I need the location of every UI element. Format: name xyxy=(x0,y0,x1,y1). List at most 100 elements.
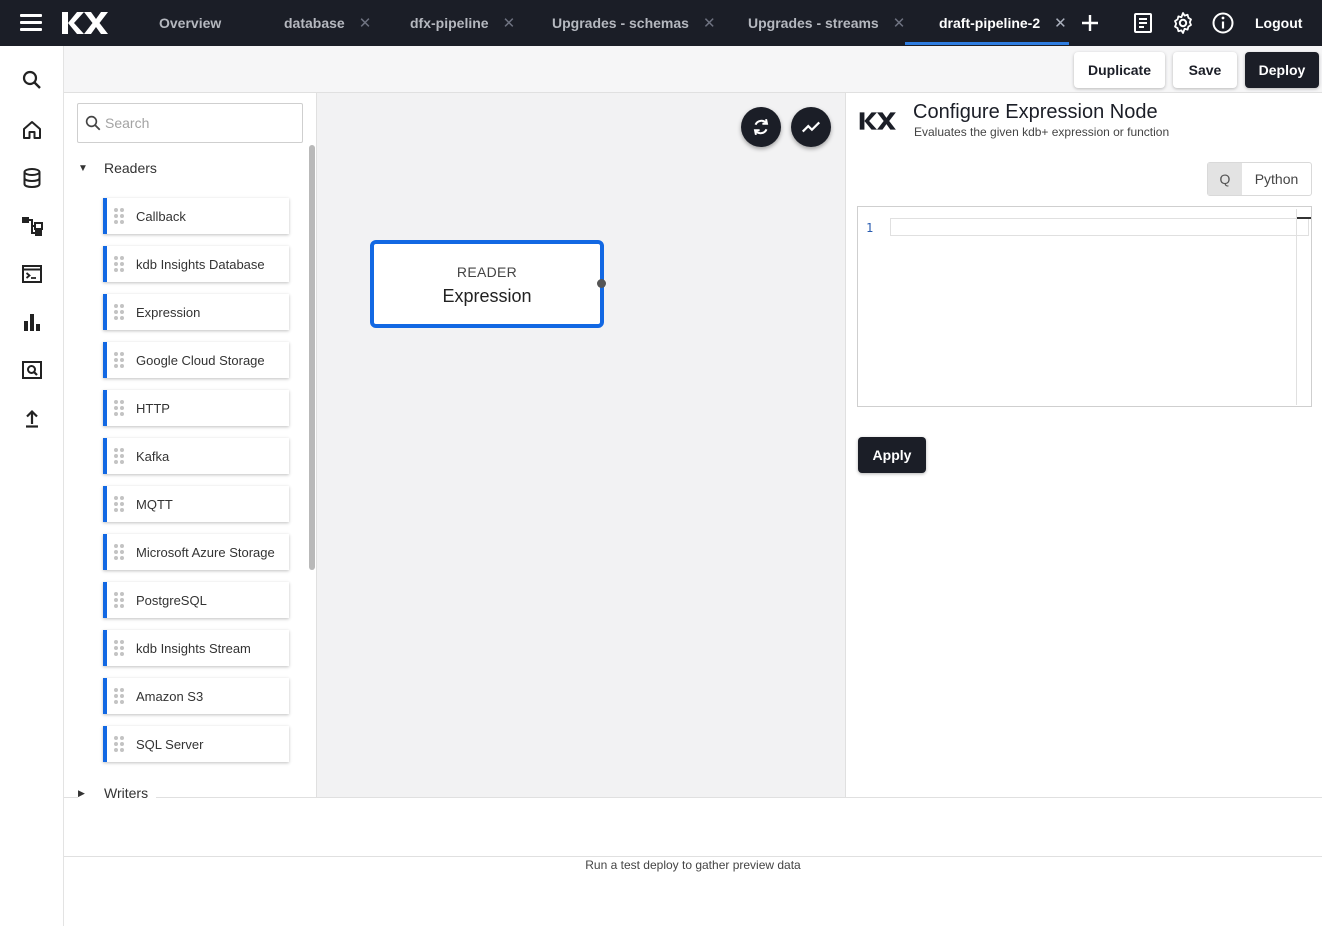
node-item-label: MQTT xyxy=(136,496,173,512)
drag-handle-icon[interactable] xyxy=(114,448,124,464)
node-title: Expression xyxy=(442,286,532,306)
drag-handle-icon[interactable] xyxy=(114,544,124,560)
language-toggle: Q Python xyxy=(1207,162,1312,196)
node-item-label: Expression xyxy=(136,304,201,320)
node-item-sql-server[interactable]: SQL Server xyxy=(103,726,289,762)
node-item-amazon-s3[interactable]: Amazon S3 xyxy=(103,678,289,714)
deploy-button[interactable]: Deploy xyxy=(1245,52,1319,88)
config-panel: Configure Expression Node Evaluates the … xyxy=(845,93,1322,797)
database-icon[interactable] xyxy=(20,166,44,190)
node-item-postgresql[interactable]: PostgreSQL xyxy=(103,582,289,618)
editor-scrollbar[interactable] xyxy=(1296,209,1311,405)
group-writers[interactable]: ▶ Writers xyxy=(78,785,157,801)
apply-button[interactable]: Apply xyxy=(858,437,926,473)
close-tab-icon[interactable]: ✕ xyxy=(703,14,716,32)
drag-handle-icon[interactable] xyxy=(114,640,124,656)
pipeline-icon[interactable] xyxy=(20,214,44,238)
node-item-label: kdb Insights Database xyxy=(136,256,265,272)
notes-icon[interactable] xyxy=(1131,11,1155,35)
node-item-kdb-insights-stream[interactable]: kdb Insights Stream xyxy=(103,630,289,666)
kx-logo[interactable] xyxy=(60,9,108,37)
drag-handle-icon[interactable] xyxy=(114,256,124,272)
node-item-label: PostgreSQL xyxy=(136,592,207,608)
config-title: Configure Expression Node xyxy=(913,101,1158,123)
tab-overview[interactable]: Overview xyxy=(159,0,221,46)
save-button[interactable]: Save xyxy=(1173,52,1237,88)
search-placeholder: Search xyxy=(105,115,150,131)
left-rail xyxy=(0,46,64,926)
tab-dfx-pipeline[interactable]: dfx-pipeline ✕ xyxy=(410,0,515,46)
node-item-label: Amazon S3 xyxy=(136,688,204,704)
terminal-icon[interactable] xyxy=(20,262,44,286)
query-icon[interactable] xyxy=(20,358,44,382)
active-line[interactable] xyxy=(890,218,1309,236)
duplicate-button[interactable]: Duplicate xyxy=(1074,52,1165,88)
tab-label: Upgrades - streams xyxy=(748,15,879,31)
node-item-label: Microsoft Azure Storage xyxy=(136,544,275,560)
drag-handle-icon[interactable] xyxy=(114,592,124,608)
node-item-google-cloud-storage[interactable]: Google Cloud Storage xyxy=(103,342,289,378)
drag-handle-icon[interactable] xyxy=(114,352,124,368)
drag-handle-icon[interactable] xyxy=(114,208,124,224)
home-icon[interactable] xyxy=(20,118,44,142)
add-tab-icon[interactable] xyxy=(1078,11,1102,35)
group-label: Writers xyxy=(104,785,149,801)
menu-icon[interactable] xyxy=(20,14,42,32)
refresh-icon xyxy=(753,119,769,135)
node-item-label: Callback xyxy=(136,208,186,224)
group-readers[interactable]: ▼ Readers xyxy=(78,160,157,176)
tab-database[interactable]: database ✕ xyxy=(284,0,371,46)
node-item-http[interactable]: HTTP xyxy=(103,390,289,426)
close-tab-icon[interactable]: ✕ xyxy=(1054,14,1067,32)
language-option-python[interactable]: Python xyxy=(1242,163,1311,195)
close-tab-icon[interactable]: ✕ xyxy=(503,14,516,32)
trend-button[interactable] xyxy=(791,107,831,147)
gear-icon[interactable] xyxy=(1171,11,1195,35)
node-item-kafka[interactable]: Kafka xyxy=(103,438,289,474)
node-item-mqtt[interactable]: MQTT xyxy=(103,486,289,522)
language-option-q[interactable]: Q xyxy=(1208,163,1242,195)
node-kind: READER xyxy=(456,264,518,280)
drag-handle-icon[interactable] xyxy=(114,304,124,320)
tab-draft-pipeline-2[interactable]: draft-pipeline-2 ✕ xyxy=(939,0,1067,46)
nodes-scrollbar[interactable] xyxy=(309,145,315,570)
drag-handle-icon[interactable] xyxy=(114,496,124,512)
drag-handle-icon[interactable] xyxy=(114,736,124,752)
node-item-microsoft-azure-storage[interactable]: Microsoft Azure Storage xyxy=(103,534,289,570)
node-item-label: kdb Insights Stream xyxy=(136,640,251,656)
nodes-panel: Search ▼ Readers Callback kdb Insights D… xyxy=(64,93,317,797)
pipeline-node-expression[interactable]: READER Expression xyxy=(370,240,604,328)
config-subtitle: Evaluates the given kdb+ expression or f… xyxy=(914,125,1170,139)
search-icon xyxy=(85,115,101,131)
drag-handle-icon[interactable] xyxy=(114,400,124,416)
top-bar: Overview database ✕ dfx-pipeline ✕ Upgra… xyxy=(0,0,1322,46)
logout-button[interactable]: Logout xyxy=(1255,0,1302,46)
refresh-button[interactable] xyxy=(741,107,781,147)
pipeline-canvas[interactable]: READER Expression xyxy=(317,93,845,797)
tab-label: Overview xyxy=(159,15,222,31)
code-editor[interactable]: 1 xyxy=(857,206,1312,407)
trending-icon xyxy=(801,121,821,133)
search-input[interactable]: Search xyxy=(77,103,303,143)
group-label: Readers xyxy=(104,160,157,176)
preview-panel: Run a test deploy to gather preview data xyxy=(64,797,1322,926)
active-tab-indicator xyxy=(905,42,1069,45)
tab-upgrades-streams[interactable]: Upgrades - streams ✕ xyxy=(748,0,905,46)
info-icon[interactable] xyxy=(1211,11,1235,35)
node-item-callback[interactable]: Callback xyxy=(103,198,289,234)
line-number: 1 xyxy=(866,221,874,235)
tab-upgrades-schemas[interactable]: Upgrades - schemas ✕ xyxy=(552,0,716,46)
upload-icon[interactable] xyxy=(20,406,44,430)
node-item-kdb-insights-database[interactable]: kdb Insights Database xyxy=(103,246,289,282)
search-icon[interactable] xyxy=(20,68,44,92)
close-tab-icon[interactable]: ✕ xyxy=(893,14,906,32)
preview-divider xyxy=(64,856,1322,857)
drag-handle-icon[interactable] xyxy=(114,688,124,704)
tab-label: dfx-pipeline xyxy=(410,15,489,31)
node-item-label: Google Cloud Storage xyxy=(136,352,265,368)
preview-message: Run a test deploy to gather preview data xyxy=(585,858,801,872)
chart-icon[interactable] xyxy=(20,310,44,334)
node-output-port[interactable] xyxy=(597,279,606,288)
node-item-expression[interactable]: Expression xyxy=(103,294,289,330)
close-tab-icon[interactable]: ✕ xyxy=(359,14,372,32)
